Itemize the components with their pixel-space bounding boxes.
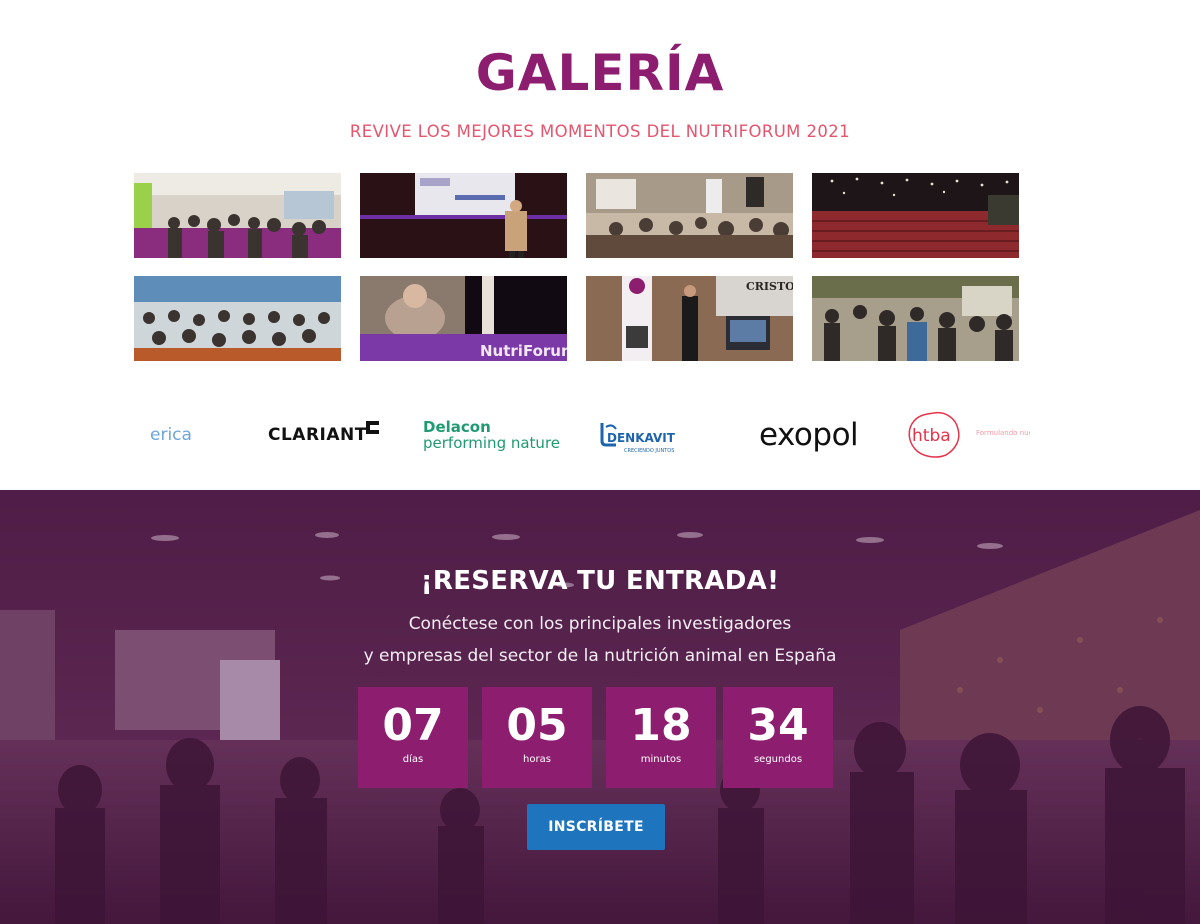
- htba-wordmark: htba: [912, 426, 951, 446]
- countdown-seconds: 34 segundos: [723, 687, 833, 788]
- photo-grid: NutriForum CRISTO: [134, 173, 1020, 361]
- countdown-days: 07 días: [358, 687, 468, 788]
- reserve-description-line-1: Conéctese con los principales investigad…: [408, 614, 792, 634]
- gallery-title: GALERÍA: [475, 44, 725, 102]
- sponsor-logo-htba[interactable]: htba Formulando nuevo alimento: [906, 405, 1030, 465]
- countdown-days-unit: días: [402, 754, 424, 765]
- htba-tagline: Formulando nuevo alimento: [976, 429, 1030, 437]
- delacon-name: Delacon: [423, 418, 491, 436]
- delacon-tagline: performing nature: [423, 434, 561, 452]
- reserve-description-line-2: y empresas del sector de la nutrición an…: [363, 646, 837, 666]
- svg-text:CRISTO: CRISTO: [746, 280, 793, 293]
- reserve-section: ¡RESERVA TU ENTRADA! Conéctese con los p…: [0, 490, 1200, 924]
- countdown-hours: 05 horas: [482, 687, 592, 788]
- countdown-seconds-unit: segundos: [753, 754, 803, 765]
- svg-text:NutriForum: NutriForum: [480, 342, 567, 360]
- countdown-seconds-value: 34: [747, 700, 809, 751]
- gallery-section: GALERÍA REVIVE LOS MEJORES MOMENTOS DEL …: [0, 0, 1200, 490]
- gallery-photo-speaker-on-stage[interactable]: [360, 173, 567, 258]
- gallery-photo-seated-audience[interactable]: [586, 173, 793, 258]
- denkavit-wordmark: DENKAVIT: [607, 431, 676, 445]
- gallery-photo-expo-hall-crowd[interactable]: [134, 173, 341, 258]
- gallery-subtitle: REVIVE LOS MEJORES MOMENTOS DEL NUTRIFOR…: [349, 122, 851, 141]
- countdown-minutes-value: 18: [630, 700, 692, 751]
- sponsor-logo-exopol[interactable]: exopol: [759, 405, 859, 465]
- gallery-photo-networking-crowd[interactable]: [812, 276, 1019, 361]
- clariant-mark-icon: [366, 421, 379, 434]
- gallery-photo-video-speaker-stage[interactable]: NutriForum: [360, 276, 567, 361]
- reserve-title: ¡RESERVA TU ENTRADA!: [420, 566, 780, 596]
- sponsor-logo-denkavit[interactable]: DENKAVIT CRECIENDO JUNTOS: [598, 405, 700, 465]
- denkavit-tagline: CRECIENDO JUNTOS: [624, 448, 674, 454]
- gallery-photo-registration-desk[interactable]: CRISTO: [586, 276, 793, 361]
- gallery-photo-conference-audience[interactable]: [134, 276, 341, 361]
- countdown-days-value: 07: [382, 700, 444, 751]
- gallery-photo-auditorium-red-seats[interactable]: [812, 173, 1019, 258]
- sponsor-logos: erica CLARIANT Delacon performing nature…: [150, 405, 1030, 465]
- sponsor-logo-iberica[interactable]: erica: [150, 405, 192, 465]
- countdown-minutes-unit: minutos: [640, 754, 682, 765]
- countdown-hours-unit: horas: [523, 754, 551, 765]
- countdown-hours-value: 05: [506, 700, 568, 751]
- countdown-minutes: 18 minutos: [606, 687, 716, 788]
- sponsor-logo-delacon[interactable]: Delacon performing nature: [423, 405, 560, 465]
- sponsor-logo-clariant[interactable]: CLARIANT: [268, 405, 367, 465]
- register-button[interactable]: INSCRÍBETE: [527, 804, 665, 850]
- event-background-image: [0, 490, 1200, 924]
